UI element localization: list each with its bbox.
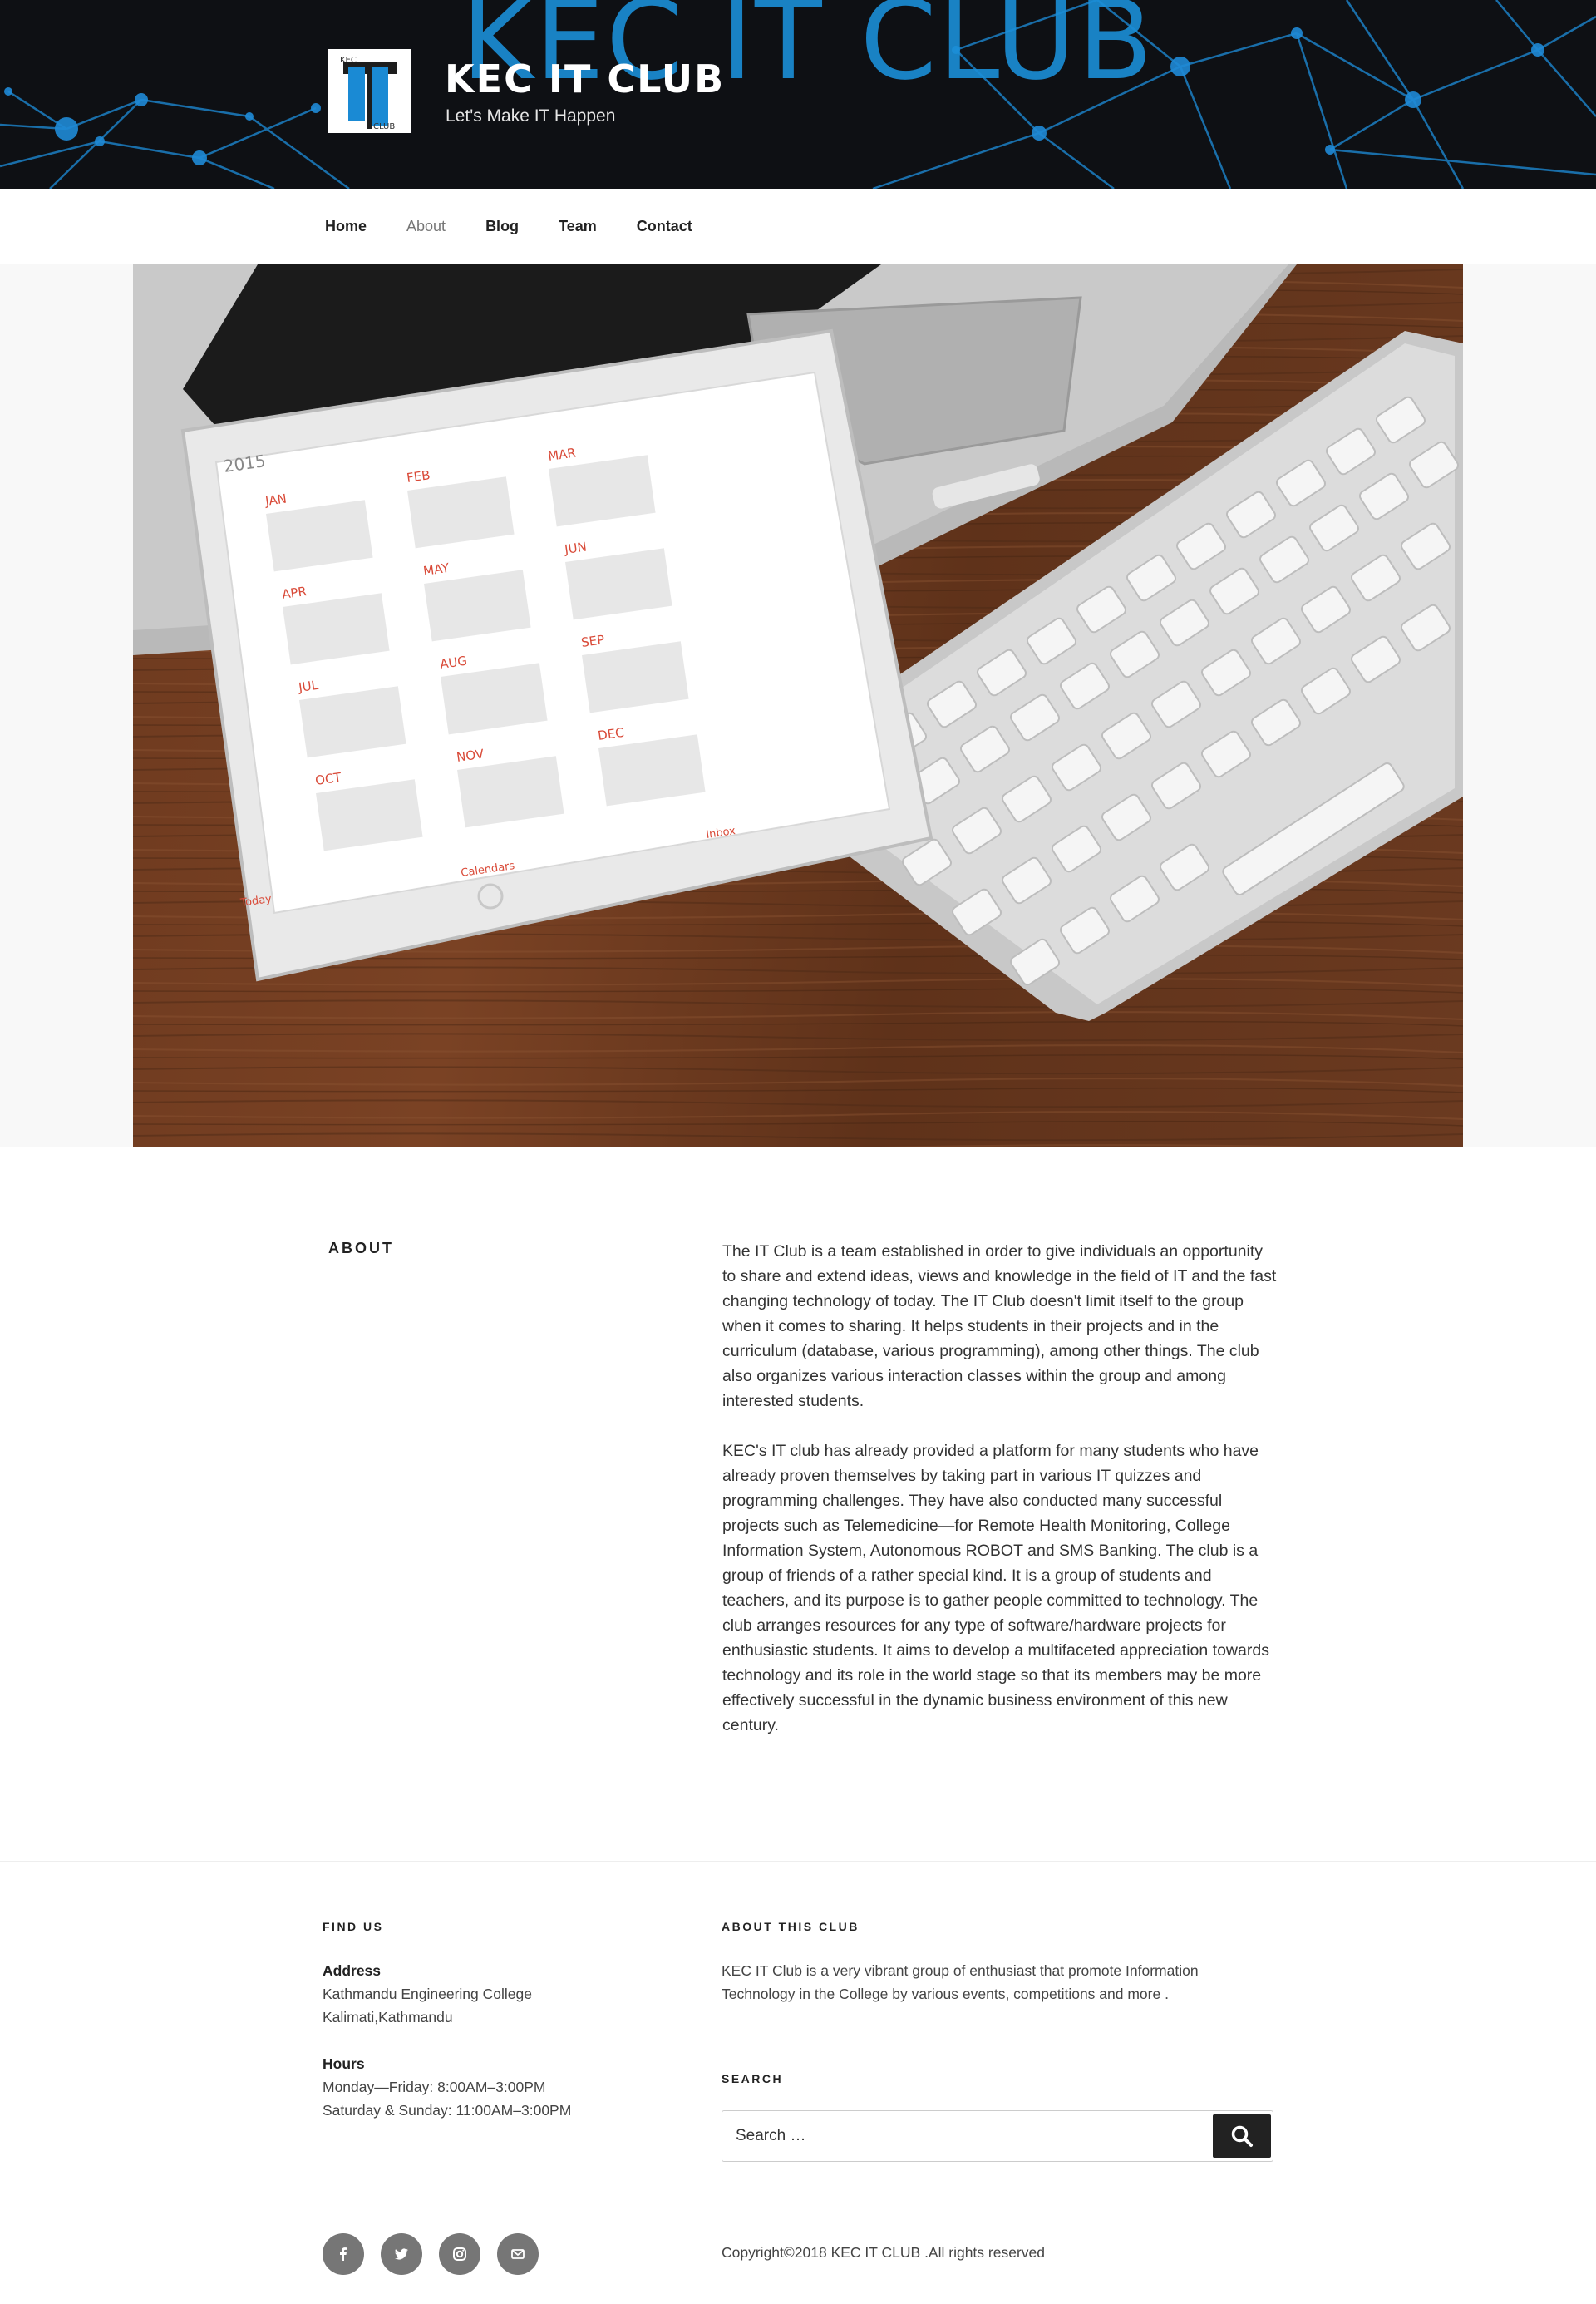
hours-line: Saturday & Sunday: 11:00AM–3:00PM — [323, 2102, 572, 2119]
email-icon — [511, 2249, 525, 2259]
nav-menu: Home About Blog Team Contact — [325, 189, 732, 264]
logo-text-bottom: CLUB — [373, 122, 395, 131]
logo-text-top: KEC — [340, 56, 357, 65]
month-label: JAN — [264, 491, 288, 510]
site-tagline: Let's Make IT Happen — [446, 106, 616, 126]
search-button[interactable] — [1213, 2114, 1271, 2158]
site-title[interactable]: KEC IT CLUB — [445, 57, 725, 101]
search-form — [722, 2110, 1273, 2162]
hero-section: 2015 JAN FEB MAR APR MAY JUN JUL AUG SEP… — [0, 264, 1596, 1147]
main-navigation: Home About Blog Team Contact — [0, 189, 1596, 264]
hours-label: Hours — [323, 2055, 365, 2072]
about-club-line: KEC IT Club is a very vibrant group of e… — [722, 1962, 1199, 1979]
search-input[interactable] — [723, 2112, 1205, 2160]
find-us-title: FIND US — [323, 1920, 384, 1933]
nav-item-about[interactable]: About — [406, 218, 446, 235]
facebook-link[interactable] — [323, 2233, 364, 2275]
about-paragraph: The IT Club is a team established in ord… — [722, 1242, 1277, 1410]
hero-image: 2015 JAN FEB MAR APR MAY JUN JUL AUG SEP… — [133, 264, 1463, 1147]
instagram-link[interactable] — [439, 2233, 480, 2275]
site-logo[interactable]: KEC CLUB — [328, 49, 411, 133]
footer-divider — [0, 1861, 1596, 1862]
about-content: The IT Club is a team established in ord… — [722, 1239, 1279, 1763]
find-us-content: Address Kathmandu Engineering College Ka… — [323, 1959, 655, 2122]
search-icon — [1231, 2125, 1253, 2147]
nav-item-contact[interactable]: Contact — [637, 218, 692, 235]
twitter-link[interactable] — [381, 2233, 422, 2275]
month-label: JUN — [563, 539, 588, 557]
facebook-icon — [340, 2247, 347, 2261]
nav-item-team[interactable]: Team — [559, 218, 597, 235]
about-paragraph: KEC's IT club has already provided a pla… — [722, 1442, 1269, 1734]
month-label: JUL — [297, 678, 320, 695]
hours-line: Monday—Friday: 8:00AM–3:00PM — [323, 2079, 546, 2095]
email-link[interactable] — [497, 2233, 539, 2275]
about-club-text: KEC IT Club is a very vibrant group of e… — [722, 1959, 1287, 2006]
address-line: Kathmandu Engineering College — [323, 1986, 532, 2002]
nav-item-home[interactable]: Home — [325, 218, 367, 235]
twitter-icon — [395, 2248, 408, 2260]
about-heading: ABOUT — [328, 1240, 394, 1256]
copyright-text: Copyright©2018 KEC IT CLUB .All rights r… — [722, 2244, 1045, 2261]
hero-illustration: 2015 JAN FEB MAR APR MAY JUN JUL AUG SEP… — [133, 264, 1463, 1147]
address-label: Address — [323, 1962, 382, 1979]
search-title: SEARCH — [722, 2072, 784, 2085]
nav-item-blog[interactable]: Blog — [485, 218, 519, 235]
about-club-title: ABOUT THIS CLUB — [722, 1920, 860, 1933]
address-line: Kalimati,Kathmandu — [323, 2009, 453, 2025]
header-banner: KEC IT CLUB KEC CLUB KEC IT CLUB Let's M… — [0, 0, 1596, 189]
instagram-icon — [453, 2247, 466, 2261]
about-club-line: Technology in the College by various eve… — [722, 1986, 1169, 2002]
